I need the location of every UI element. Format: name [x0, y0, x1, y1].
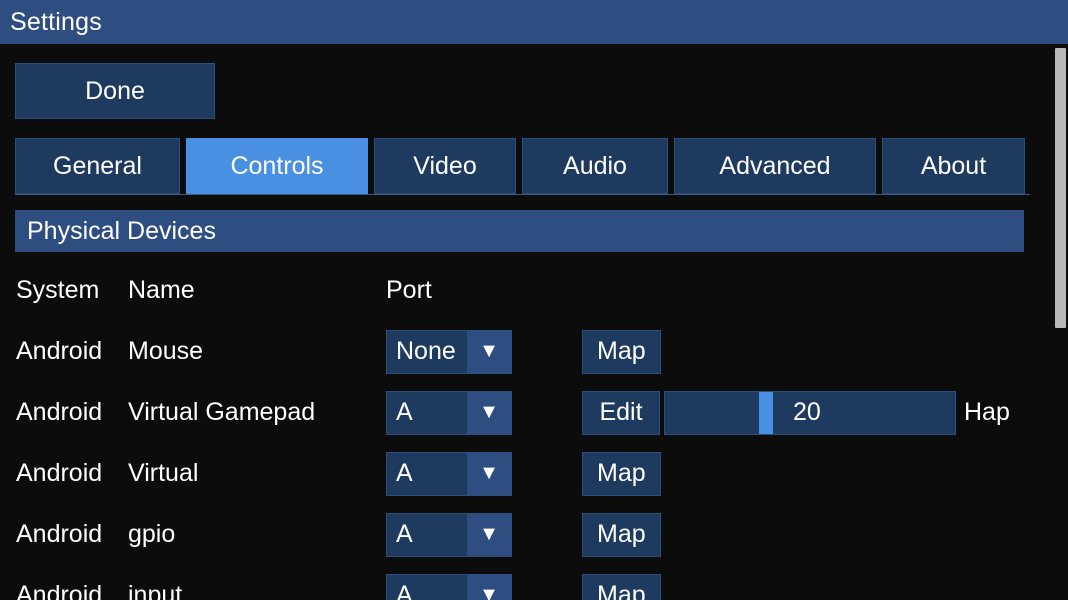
- column-header-port: Port: [386, 276, 432, 304]
- table-row: Android Virtual A ▼ Map: [0, 443, 1040, 504]
- row-name: Virtual: [128, 459, 199, 487]
- row-action-cell: Map: [574, 451, 760, 496]
- tab-audio[interactable]: Audio: [522, 138, 668, 194]
- tab-separator: [15, 194, 1030, 195]
- port-dropdown-value: A: [396, 459, 413, 487]
- row-port-cell: None ▼: [386, 329, 574, 374]
- slider-knob[interactable]: [759, 391, 773, 434]
- row-system: Android: [16, 581, 103, 600]
- port-dropdown[interactable]: A ▼: [386, 451, 512, 496]
- chevron-down-icon: ▼: [467, 330, 511, 373]
- table-row: Android input A ▼ Map: [0, 565, 1040, 600]
- slider-label: Hap: [964, 398, 1010, 426]
- physical-devices-table: System Name Port Android Mouse None ▼ Ma…: [0, 260, 1040, 600]
- row-port-cell: A ▼: [386, 573, 574, 600]
- table-row: Android Mouse None ▼ Map: [0, 321, 1040, 382]
- row-system: Android: [16, 459, 103, 487]
- table-header-row: System Name Port: [0, 260, 1040, 321]
- settings-content: Done General Controls Video Audio Advanc…: [0, 44, 1068, 600]
- window-title-bar: Settings: [0, 0, 1068, 44]
- tab-about[interactable]: About: [882, 138, 1025, 194]
- row-action-cell: Map: [574, 573, 760, 600]
- port-dropdown-value: A: [396, 520, 413, 548]
- map-button[interactable]: Map: [582, 451, 661, 496]
- slider-value: 20: [793, 398, 821, 426]
- port-dropdown[interactable]: A ▼: [386, 390, 512, 435]
- port-dropdown[interactable]: A ▼: [386, 512, 512, 557]
- table-row: Android gpio A ▼ Map: [0, 504, 1040, 565]
- port-dropdown[interactable]: None ▼: [386, 329, 512, 374]
- chevron-down-icon: ▼: [467, 513, 511, 556]
- row-action-cell: Map: [574, 329, 760, 374]
- map-button[interactable]: Map: [582, 573, 661, 600]
- edit-button[interactable]: Edit: [582, 390, 660, 435]
- table-row: Android Virtual Gamepad A ▼ Edit 20 Hap: [0, 382, 1040, 443]
- port-dropdown-value: None: [396, 337, 456, 365]
- row-action-cell: Map: [574, 512, 760, 557]
- row-system: Android: [16, 520, 103, 548]
- column-header-name: Name: [128, 276, 195, 304]
- row-system: Android: [16, 337, 103, 365]
- column-header-system: System: [16, 276, 100, 304]
- row-name: gpio: [128, 520, 176, 548]
- vertical-scrollbar-thumb[interactable]: [1055, 48, 1066, 328]
- row-port-cell: A ▼: [386, 451, 574, 496]
- row-port-cell: A ▼: [386, 390, 574, 435]
- map-button[interactable]: Map: [582, 329, 661, 374]
- settings-tab-bar: General Controls Video Audio Advanced Ab…: [15, 138, 1025, 194]
- row-name: input: [128, 581, 183, 600]
- row-system: Android: [16, 398, 103, 426]
- section-header-physical-devices: Physical Devices: [15, 210, 1024, 252]
- haptics-slider[interactable]: 20: [664, 390, 956, 435]
- chevron-down-icon: ▼: [467, 391, 511, 434]
- done-button[interactable]: Done: [15, 63, 215, 119]
- row-port-cell: A ▼: [386, 512, 574, 557]
- port-dropdown-value: A: [396, 581, 413, 600]
- tab-controls[interactable]: Controls: [186, 138, 368, 194]
- haptics-slider-group: 20 Hap: [664, 390, 1010, 435]
- tab-advanced[interactable]: Advanced: [674, 138, 876, 194]
- tab-general[interactable]: General: [15, 138, 180, 194]
- chevron-down-icon: ▼: [467, 452, 511, 495]
- port-dropdown[interactable]: A ▼: [386, 573, 512, 600]
- map-button[interactable]: Map: [582, 512, 661, 557]
- row-name: Mouse: [128, 337, 204, 365]
- chevron-down-icon: ▼: [467, 574, 511, 600]
- row-action-cell: Edit: [574, 390, 664, 435]
- row-name: Virtual Gamepad: [128, 398, 316, 426]
- window-title: Settings: [10, 7, 102, 36]
- port-dropdown-value: A: [396, 398, 413, 426]
- tab-video[interactable]: Video: [374, 138, 516, 194]
